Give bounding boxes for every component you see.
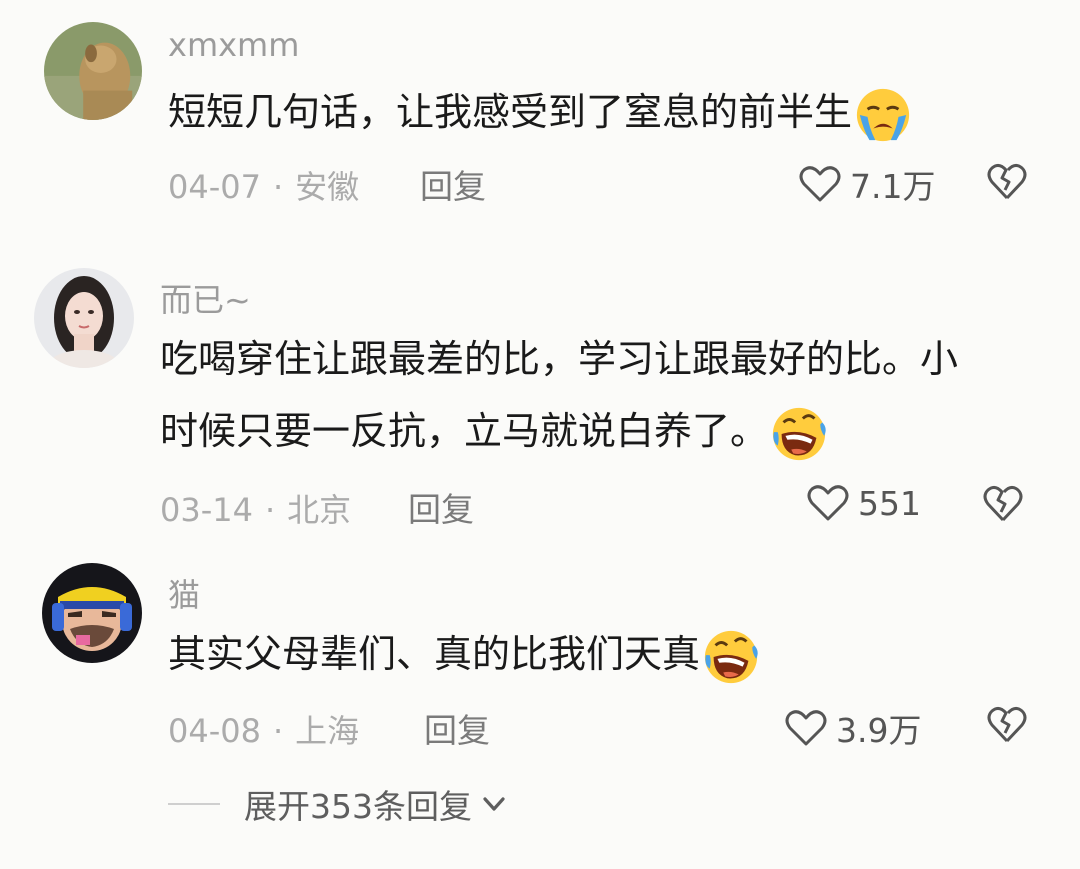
dislike-button[interactable] (986, 162, 1028, 202)
comment-text: 短短几句话，让我感受到了窒息的前半生 (168, 76, 1048, 148)
loudly-crying-face-icon (854, 86, 912, 144)
comment-meta: 04-08 · 上海 (168, 706, 359, 752)
username[interactable]: 猫 (168, 570, 200, 616)
separator-dot: · (272, 712, 284, 750)
comment-location: 北京 (287, 491, 352, 529)
comment-date: 04-07 (168, 168, 261, 206)
rolling-on-floor-laughing-icon (702, 628, 760, 686)
like-count: 551 (858, 483, 921, 523)
comment-meta: 03-14 · 北京 (160, 485, 351, 531)
reply-button[interactable]: 回复 (420, 160, 486, 208)
chevron-down-icon (483, 797, 505, 811)
reply-button[interactable]: 回复 (424, 704, 490, 752)
like-count: 3.9万 (836, 711, 922, 750)
expand-replies-button[interactable]: 展开353条回复 (168, 780, 508, 828)
dislike-button[interactable] (986, 705, 1028, 745)
like-button[interactable]: 7.1万 (798, 160, 935, 208)
separator-dot: · (272, 168, 284, 206)
comment-meta: 04-07 · 安徽 (168, 162, 359, 208)
like-button[interactable]: 3.9万 (784, 704, 921, 752)
comment-text-line: 时候只要一反抗，立马就说白养了。 (160, 409, 769, 453)
comment-date: 04-08 (168, 712, 261, 750)
reply-button[interactable]: 回复 (408, 483, 474, 531)
broken-heart-icon (987, 706, 1027, 743)
like-button[interactable]: 551 (806, 483, 921, 523)
broken-heart-icon (983, 485, 1023, 522)
comment-text: 吃喝穿住让跟最差的比，学习让跟最好的比。小 时候只要一反抗，立马就说白养了。 (160, 323, 1040, 467)
avatar[interactable] (44, 22, 142, 120)
comment-location: 安徽 (295, 168, 360, 206)
username[interactable]: xmxmm (168, 26, 299, 64)
like-count: 7.1万 (850, 167, 936, 206)
separator-dot: · (264, 491, 276, 529)
broken-heart-icon (987, 163, 1027, 200)
divider (168, 803, 220, 805)
avatar[interactable] (34, 268, 134, 368)
rolling-on-floor-laughing-icon (770, 405, 828, 463)
avatar[interactable] (42, 563, 142, 663)
comment-text: 其实父母辈们、真的比我们天真 (168, 618, 1048, 690)
heart-icon (799, 166, 841, 202)
comment-date: 03-14 (160, 491, 253, 529)
comment-text-line: 吃喝穿住让跟最差的比，学习让跟最好的比。小 (160, 337, 959, 381)
comment-location: 上海 (295, 712, 360, 750)
comment-text-line: 短短几句话，让我感受到了窒息的前半生 (168, 90, 853, 134)
username[interactable]: 而已~ (160, 275, 251, 321)
dislike-button[interactable] (982, 484, 1024, 524)
heart-icon (807, 485, 849, 521)
heart-icon (785, 710, 827, 746)
expand-replies-label: 展开353条回复 (244, 787, 472, 826)
comment-text-line: 其实父母辈们、真的比我们天真 (168, 632, 701, 676)
